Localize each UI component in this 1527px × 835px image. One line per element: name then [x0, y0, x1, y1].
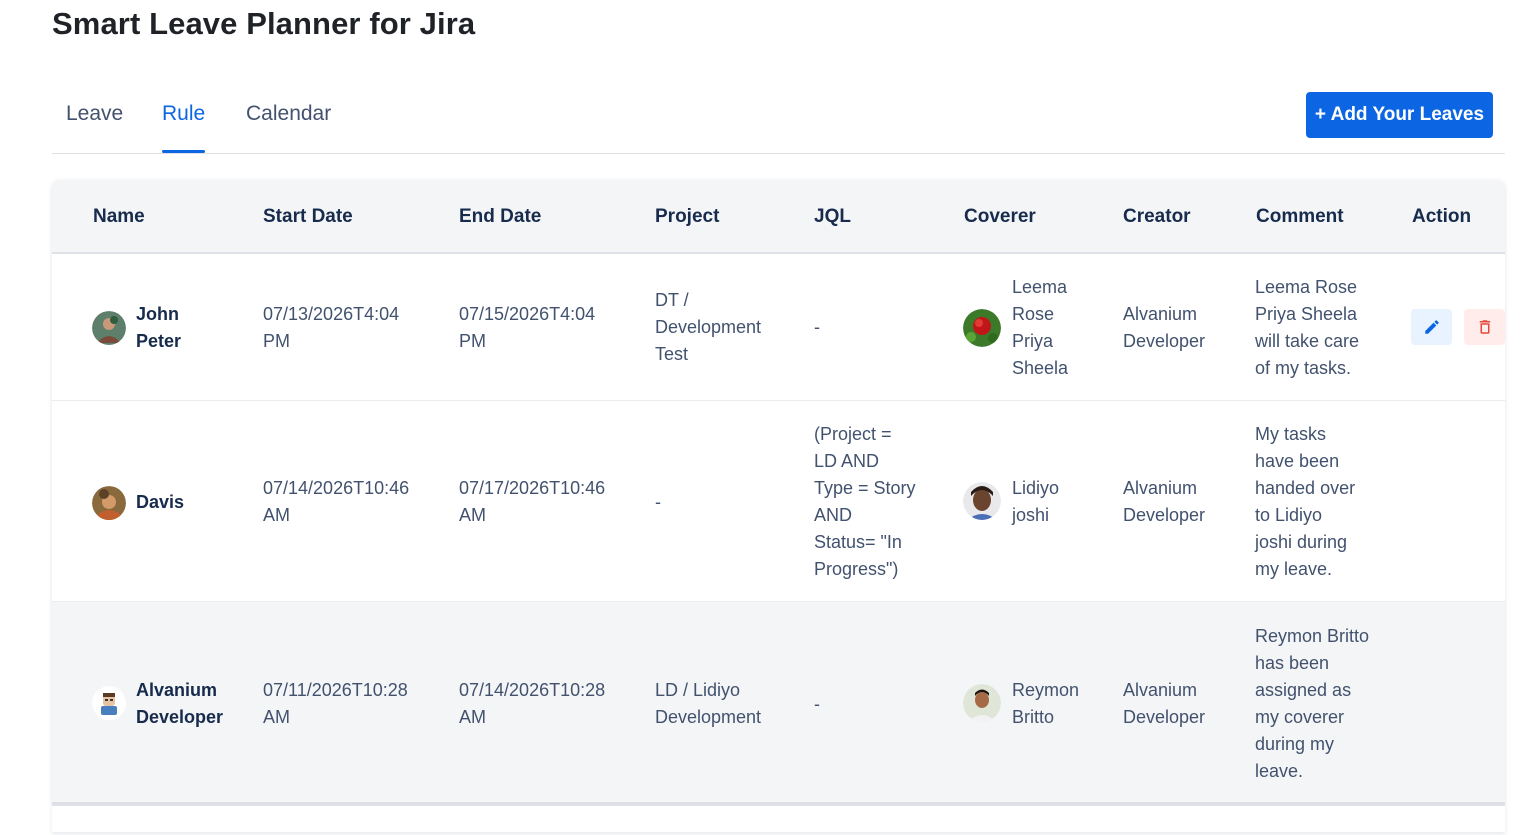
column-header-project[interactable]: Project — [655, 206, 719, 228]
tab-rule[interactable]: Rule — [162, 102, 206, 153]
creator: Alvanium Developer — [1123, 304, 1206, 351]
table-footer — [52, 804, 1505, 832]
coverer-avatar — [963, 309, 1001, 347]
column-header-action: Action — [1412, 206, 1472, 227]
edit-button[interactable] — [1411, 309, 1452, 345]
column-header-name[interactable]: Name — [93, 206, 145, 228]
rules-table: Name Start Date End Date Project JQL Cov… — [52, 180, 1505, 804]
table-row[interactable]: Alvanium Developer 07/11/2026T10:28 AM 0… — [52, 602, 1505, 804]
pencil-icon — [1424, 320, 1439, 334]
start-date: 07/11/2026T10:28 AM — [263, 680, 408, 727]
table-row[interactable]: Davis 07/14/2026T10:46 AM 07/17/2026T10:… — [52, 401, 1505, 602]
jql: (Project = LD AND Type = Story AND Statu… — [814, 424, 916, 579]
coverer-avatar — [963, 684, 1001, 722]
start-date: 07/13/2026T4:04 PM — [263, 304, 400, 351]
end-date: 07/15/2026T4:04 PM — [459, 304, 596, 351]
project: DT / Development Test — [655, 290, 762, 364]
add-leaves-button[interactable]: + Add Your Leaves — [1306, 92, 1493, 138]
tab-bar: Leave Rule Calendar — [52, 92, 1505, 154]
avatar — [92, 486, 126, 520]
coverer-name: Lidiyo joshi — [1012, 478, 1060, 525]
column-header-comment[interactable]: Comment — [1256, 206, 1344, 228]
page-title: Smart Leave Planner for Jira — [52, 6, 476, 41]
table-row[interactable]: John Peter 07/13/2026T4:04 PM 07/15/2026… — [52, 255, 1505, 401]
user-name: Davis — [136, 492, 185, 512]
column-header-start-date[interactable]: Start Date — [263, 206, 353, 228]
start-date: 07/14/2026T10:46 AM — [263, 478, 410, 525]
coverer-name: Reymon Britto — [1012, 680, 1080, 727]
jql: - — [814, 694, 820, 714]
project: LD / Lidiyo Development — [655, 680, 762, 727]
project: - — [655, 492, 661, 512]
comment: My tasks have been handed over to Lidiyo… — [1255, 424, 1356, 579]
coverer-avatar — [963, 482, 1001, 520]
comment: Reymon Britto has been assigned as my co… — [1255, 626, 1370, 781]
column-header-end-date[interactable]: End Date — [459, 206, 541, 228]
column-header-coverer[interactable]: Coverer — [964, 206, 1036, 228]
coverer-name: Leema Rose Priya Sheela — [1012, 277, 1069, 378]
column-header-creator[interactable]: Creator — [1123, 206, 1191, 228]
end-date: 07/17/2026T10:46 AM — [459, 478, 606, 525]
end-date: 07/14/2026T10:28 AM — [459, 680, 606, 727]
tab-calendar[interactable]: Calendar — [246, 102, 331, 153]
avatar — [92, 311, 126, 345]
column-header-jql[interactable]: JQL — [814, 206, 851, 228]
creator: Alvanium Developer — [1123, 680, 1206, 727]
trash-icon — [1479, 320, 1490, 334]
tab-leave[interactable]: Leave — [66, 102, 123, 153]
avatar — [92, 686, 126, 720]
user-name: John Peter — [136, 304, 182, 351]
creator: Alvanium Developer — [1123, 478, 1206, 525]
delete-button[interactable] — [1464, 309, 1505, 345]
user-name: Alvanium Developer — [136, 680, 224, 727]
table-header: Name Start Date End Date Project JQL Cov… — [52, 180, 1505, 254]
comment: Leema Rose Priya Sheela will take care o… — [1255, 277, 1360, 378]
jql: - — [814, 317, 820, 337]
